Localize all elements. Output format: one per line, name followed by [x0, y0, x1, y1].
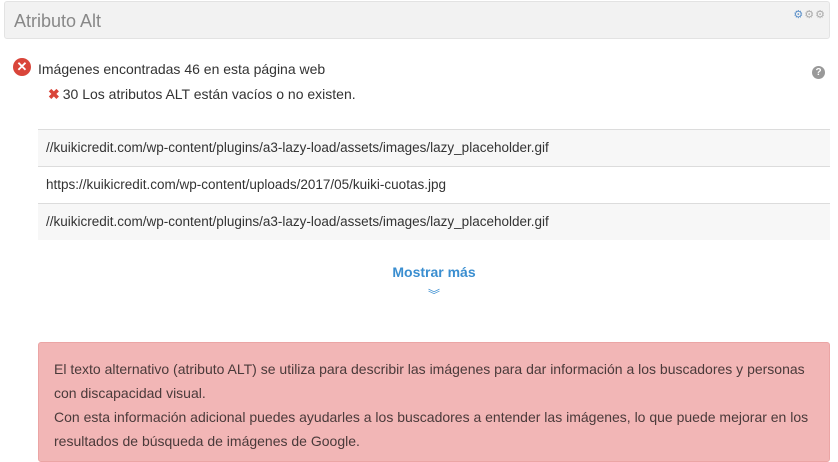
chevron-double-down-icon[interactable]: ︾: [0, 286, 838, 303]
image-list-item: //kuikicredit.com/wp-content/plugins/a3-…: [38, 203, 830, 240]
images-found-summary: Imágenes encontradas 46 en esta página w…: [38, 61, 326, 77]
gear-icon[interactable]: ⚙: [815, 10, 825, 21]
info-alert: El texto alternativo (atributo ALT) se u…: [38, 342, 830, 462]
alert-text-1: El texto alternativo (atributo ALT) se u…: [54, 361, 805, 401]
show-more-link[interactable]: Mostrar más: [0, 264, 838, 280]
gear-icon[interactable]: ⚙: [804, 10, 814, 21]
image-list-item: //kuikicredit.com/wp-content/plugins/a3-…: [38, 129, 830, 166]
alt-missing-detail: ✖ 30 Los atributos ALT están vacíos o no …: [48, 86, 356, 103]
header-controls: ⚙ ⚙ ⚙: [793, 10, 825, 21]
section-title: Atributo Alt: [14, 11, 102, 31]
error-x-circle-icon: ✕: [13, 58, 31, 76]
section-header: Atributo Alt ⚙ ⚙ ⚙: [4, 1, 830, 39]
error-x-icon: ✖: [48, 86, 60, 102]
image-list-item: https://kuikicredit.com/wp-content/uploa…: [38, 166, 830, 203]
help-icon[interactable]: ?: [812, 66, 825, 79]
alt-missing-text: 30 Los atributos ALT están vacíos o no e…: [62, 86, 356, 102]
gear-icon[interactable]: ⚙: [793, 10, 803, 21]
image-list: //kuikicredit.com/wp-content/plugins/a3-…: [38, 129, 830, 240]
alert-text-2: Con esta información adicional puedes ay…: [54, 409, 809, 449]
